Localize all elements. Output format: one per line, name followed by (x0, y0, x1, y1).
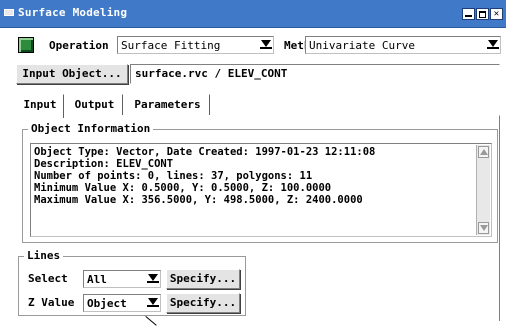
operation-label: Operation (49, 39, 109, 52)
title-bar[interactable]: Surface Modeling ✕ (0, 0, 506, 28)
info-line: Object Type: Vector, Date Created: 1997-… (34, 146, 376, 158)
vertical-scrollbar[interactable] (476, 145, 490, 235)
object-information-text[interactable]: Object Type: Vector, Date Created: 1997-… (30, 143, 492, 237)
select-specify-button[interactable]: Specify... (166, 269, 240, 289)
tab-input[interactable]: Input (16, 94, 64, 118)
z-value-select[interactable]: Object (83, 294, 161, 312)
window-title: Surface Modeling (18, 6, 128, 19)
method-select[interactable]: Univariate Curve (305, 36, 501, 54)
lines-group-label: Lines (24, 249, 64, 262)
chevron-down-icon (260, 40, 272, 49)
maximize-icon[interactable] (476, 8, 489, 20)
info-line: Description: ELEV_CONT (34, 158, 174, 170)
operation-value: Surface Fitting (121, 39, 221, 52)
minimize-icon[interactable] (462, 8, 475, 20)
input-object-button[interactable]: Input Object... (16, 64, 128, 84)
method-value: Univariate Curve (309, 39, 415, 52)
tab-parameters[interactable]: Parameters (125, 94, 210, 116)
info-line: Minimum Value X: 0.5000, Y: 0.5000, Z: 1… (34, 182, 332, 194)
input-object-field[interactable]: surface.rvc / ELEV_CONT (130, 64, 500, 84)
close-icon[interactable]: ✕ (490, 8, 503, 20)
z-value-label: Z Value (28, 296, 75, 309)
info-line: Maximum Value X: 356.5000, Y: 498.5000, … (34, 194, 363, 206)
operation-select[interactable]: Surface Fitting (117, 36, 274, 54)
z-value-select-value: Object (87, 297, 127, 310)
chevron-down-icon (147, 298, 159, 307)
z-value-specify-button[interactable]: Specify... (166, 293, 240, 313)
object-information-label: Object Information (28, 122, 154, 135)
scroll-down-icon[interactable] (478, 222, 489, 234)
lines-select-value: All (87, 273, 107, 286)
surface-modeling-window: Surface Modeling ✕ Operation Surface Fit… (0, 0, 506, 326)
lines-select[interactable]: All (83, 270, 161, 288)
chevron-down-icon (487, 40, 499, 49)
tab-output[interactable]: Output (66, 94, 123, 116)
scroll-up-icon[interactable] (478, 146, 489, 158)
chevron-down-icon (147, 274, 159, 283)
surface-fitting-icon[interactable] (18, 37, 34, 53)
select-label: Select (28, 272, 68, 285)
system-menu-icon[interactable] (4, 9, 14, 16)
object-info-lines: Object Type: Vector, Date Created: 1997-… (34, 146, 375, 206)
info-line: Number of points: 0, lines: 37, polygons… (34, 170, 313, 182)
